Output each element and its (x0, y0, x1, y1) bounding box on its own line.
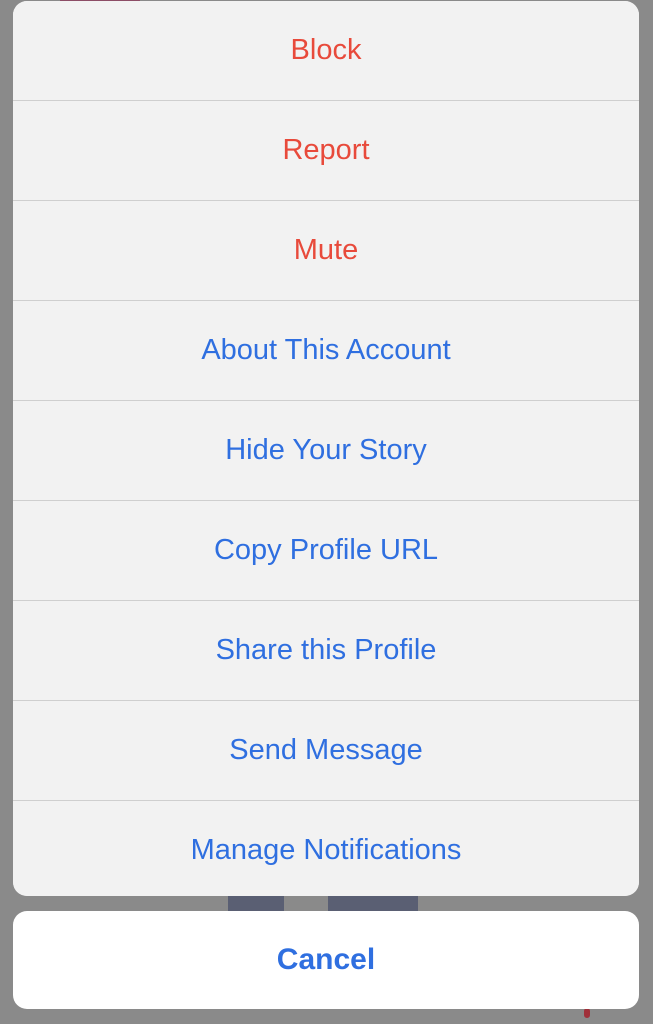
share-profile-button[interactable]: Share this Profile (13, 601, 639, 701)
cancel-button[interactable]: Cancel (13, 911, 639, 1009)
send-message-button[interactable]: Send Message (13, 701, 639, 801)
manage-notifications-button[interactable]: Manage Notifications (13, 801, 639, 896)
mute-button[interactable]: Mute (13, 201, 639, 301)
action-sheet: Block Report Mute About This Account Hid… (13, 1, 639, 896)
hide-your-story-button[interactable]: Hide Your Story (13, 401, 639, 501)
notification-dot (584, 1008, 590, 1018)
block-button[interactable]: Block (13, 1, 639, 101)
copy-profile-url-button[interactable]: Copy Profile URL (13, 501, 639, 601)
report-button[interactable]: Report (13, 101, 639, 201)
about-this-account-button[interactable]: About This Account (13, 301, 639, 401)
